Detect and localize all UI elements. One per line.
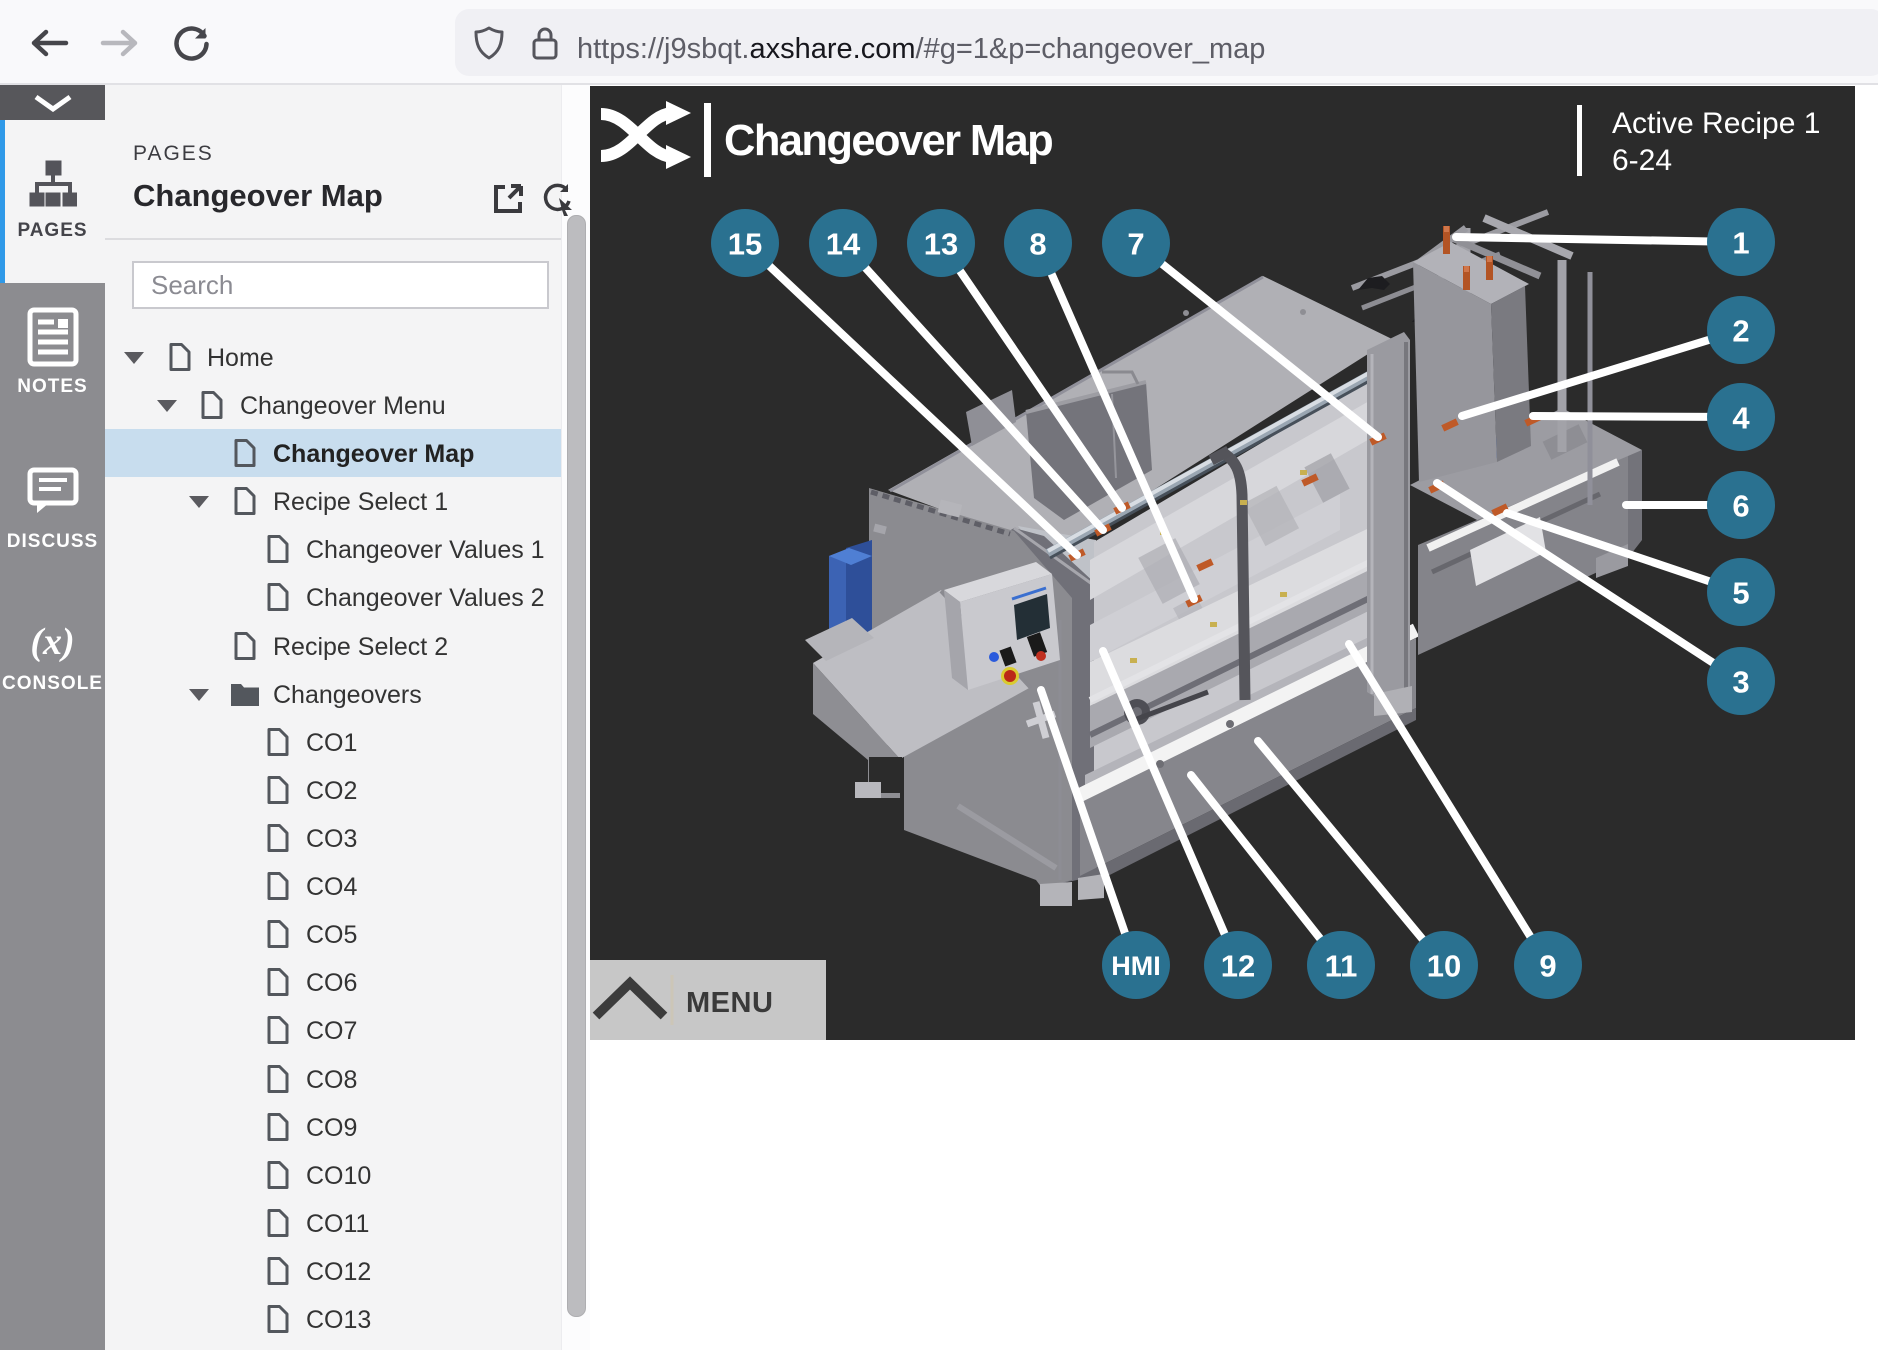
svg-text:5: 5 <box>1732 576 1749 611</box>
svg-text:7: 7 <box>1127 227 1144 262</box>
svg-text:6: 6 <box>1732 489 1749 524</box>
svg-text:15: 15 <box>728 227 762 262</box>
svg-text:Changeover Map: Changeover Map <box>724 117 1052 165</box>
svg-text:Active Recipe 1: Active Recipe 1 <box>1612 107 1820 140</box>
svg-text:2: 2 <box>1732 314 1749 349</box>
svg-text:14: 14 <box>826 227 861 262</box>
svg-text:12: 12 <box>1221 949 1255 984</box>
svg-text:4: 4 <box>1732 401 1750 436</box>
svg-text:3: 3 <box>1732 665 1749 700</box>
svg-text:8: 8 <box>1029 227 1046 262</box>
svg-text:13: 13 <box>924 227 958 262</box>
svg-text:6-24: 6-24 <box>1612 144 1672 177</box>
svg-text:9: 9 <box>1539 949 1556 984</box>
svg-text:10: 10 <box>1427 949 1461 984</box>
svg-text:1: 1 <box>1732 226 1749 261</box>
svg-text:11: 11 <box>1325 949 1358 984</box>
svg-text:MENU: MENU <box>686 987 773 1019</box>
svg-text:HMI: HMI <box>1111 951 1161 981</box>
